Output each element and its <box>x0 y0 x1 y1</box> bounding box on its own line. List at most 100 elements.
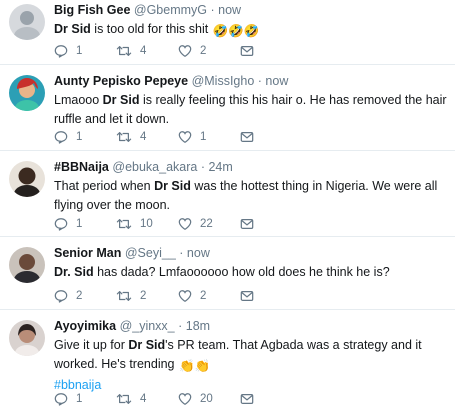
timestamp[interactable]: 24m <box>208 160 232 174</box>
heart-icon <box>178 290 192 302</box>
tweet-actions: 1 4 2 <box>54 42 274 60</box>
reply-icon <box>54 290 68 303</box>
tweet-text: Dr Sid is too old for this shit 🤣🤣🤣 <box>54 20 449 41</box>
separator: · <box>178 319 183 333</box>
separator: · <box>200 160 205 174</box>
reply-count: 2 <box>76 290 83 302</box>
display-name[interactable]: Big Fish Gee <box>54 3 130 17</box>
retweet-button[interactable]: 10 <box>116 215 153 233</box>
timestamp[interactable]: now <box>218 3 241 17</box>
display-name[interactable]: Ayoyimika <box>54 319 116 333</box>
like-button[interactable]: 2 <box>178 42 206 60</box>
avatar[interactable] <box>9 4 45 40</box>
reply-icon <box>54 45 68 58</box>
like-button[interactable]: 20 <box>178 390 213 408</box>
tweet[interactable]: Big Fish Gee @GbemmyG · now Dr Sid is to… <box>0 0 455 65</box>
tweet[interactable]: Aunty Pepisko Pepeye @MissIgho · now Lma… <box>0 65 455 151</box>
direct-message-button[interactable] <box>240 42 262 60</box>
retweet-count: 4 <box>140 393 147 405</box>
reply-count: 1 <box>76 393 83 405</box>
like-count: 2 <box>200 45 207 57</box>
retweet-count: 4 <box>140 45 147 57</box>
avatar[interactable] <box>9 75 45 111</box>
like-button[interactable]: 22 <box>178 215 213 233</box>
tweet-feed: Big Fish Gee @GbemmyG · now Dr Sid is to… <box>0 0 455 410</box>
heart-icon <box>178 393 192 405</box>
tweet-text: Lmaooo Dr Sid is really feeling this his… <box>54 91 449 129</box>
mention-text: Dr Sid <box>102 93 140 107</box>
user-handle[interactable]: @GbemmyG <box>134 3 207 17</box>
retweet-count: 10 <box>140 218 153 230</box>
display-name[interactable]: Senior Man <box>54 246 121 260</box>
like-button[interactable]: 1 <box>178 128 206 146</box>
timestamp[interactable]: now <box>265 74 288 88</box>
direct-message-button[interactable] <box>240 390 262 408</box>
user-handle[interactable]: @_yinxx_ <box>120 319 175 333</box>
envelope-icon <box>240 46 254 56</box>
mention-text: Dr Sid <box>154 179 191 193</box>
reply-button[interactable]: 2 <box>54 287 82 305</box>
tweet-text-pre: Give it up for <box>54 338 129 352</box>
retweet-icon <box>116 219 132 229</box>
tweet[interactable]: #BBNaija @ebuka_akara · 24m That period … <box>0 151 455 237</box>
heart-icon <box>178 45 192 57</box>
reply-icon <box>54 393 68 406</box>
retweet-button[interactable]: 4 <box>116 390 146 408</box>
reply-button[interactable]: 1 <box>54 128 82 146</box>
heart-icon <box>178 218 192 230</box>
tweet-text-post: has dada? Lmfaoooooo how old does he thi… <box>93 265 390 279</box>
display-name[interactable]: Aunty Pepisko Pepeye <box>54 74 188 88</box>
envelope-icon <box>240 291 254 301</box>
display-name[interactable]: #BBNaija <box>54 160 109 174</box>
like-count: 22 <box>200 218 213 230</box>
envelope-icon <box>240 394 254 404</box>
tweet-actions: 1 4 1 <box>54 128 274 146</box>
tweet-text-post: is too old for this shit <box>90 22 209 36</box>
retweet-icon <box>116 394 132 404</box>
tweet[interactable]: Ayoyimika @_yinxx_ · 18m Give it up for … <box>0 310 455 410</box>
avatar[interactable] <box>9 161 45 197</box>
separator: · <box>179 246 184 260</box>
user-handle[interactable]: @MissIgho <box>192 74 255 88</box>
mention-text: Dr. Sid <box>54 265 94 279</box>
direct-message-button[interactable] <box>240 287 262 305</box>
retweet-icon <box>116 132 132 142</box>
reply-icon <box>54 131 68 144</box>
retweet-button[interactable]: 4 <box>116 42 146 60</box>
direct-message-button[interactable] <box>240 215 262 233</box>
separator: · <box>210 3 215 17</box>
tweet-actions: 1 10 22 <box>54 215 274 233</box>
tweet-text-pre: That period when <box>54 179 155 193</box>
emoji: 🤣🤣🤣 <box>212 24 260 38</box>
retweet-icon <box>116 46 132 56</box>
avatar[interactable] <box>9 320 45 356</box>
emoji: 👏👏 <box>179 359 211 373</box>
user-handle[interactable]: @Seyi__ <box>125 246 176 260</box>
tweet-text: Give it up for Dr Sid's PR team. That Ag… <box>54 336 449 395</box>
tweet[interactable]: Senior Man @Seyi__ · now Dr. Sid has dad… <box>0 237 455 310</box>
mention-text: Dr Sid <box>128 338 166 352</box>
reply-button[interactable]: 1 <box>54 390 82 408</box>
reply-count: 1 <box>76 218 83 230</box>
timestamp[interactable]: now <box>187 246 210 260</box>
like-count: 2 <box>200 290 207 302</box>
like-button[interactable]: 2 <box>178 287 206 305</box>
retweet-button[interactable]: 4 <box>116 128 146 146</box>
direct-message-button[interactable] <box>240 128 262 146</box>
tweet-text: That period when Dr Sid was the hottest … <box>54 177 449 215</box>
reply-button[interactable]: 1 <box>54 42 82 60</box>
envelope-icon <box>240 219 254 229</box>
tweet-text-pre: Lmaooo <box>54 93 103 107</box>
retweet-count: 4 <box>140 131 147 143</box>
tweet-text: Dr. Sid has dada? Lmfaoooooo how old doe… <box>54 263 449 282</box>
reply-icon <box>54 218 68 231</box>
timestamp[interactable]: 18m <box>186 319 210 333</box>
reply-button[interactable]: 1 <box>54 215 82 233</box>
tweet-actions: 1 4 20 <box>54 390 274 408</box>
like-count: 20 <box>200 393 213 405</box>
heart-icon <box>178 131 192 143</box>
user-handle[interactable]: @ebuka_akara <box>112 160 197 174</box>
retweet-icon <box>116 291 132 301</box>
avatar[interactable] <box>9 247 45 283</box>
retweet-button[interactable]: 2 <box>116 287 146 305</box>
